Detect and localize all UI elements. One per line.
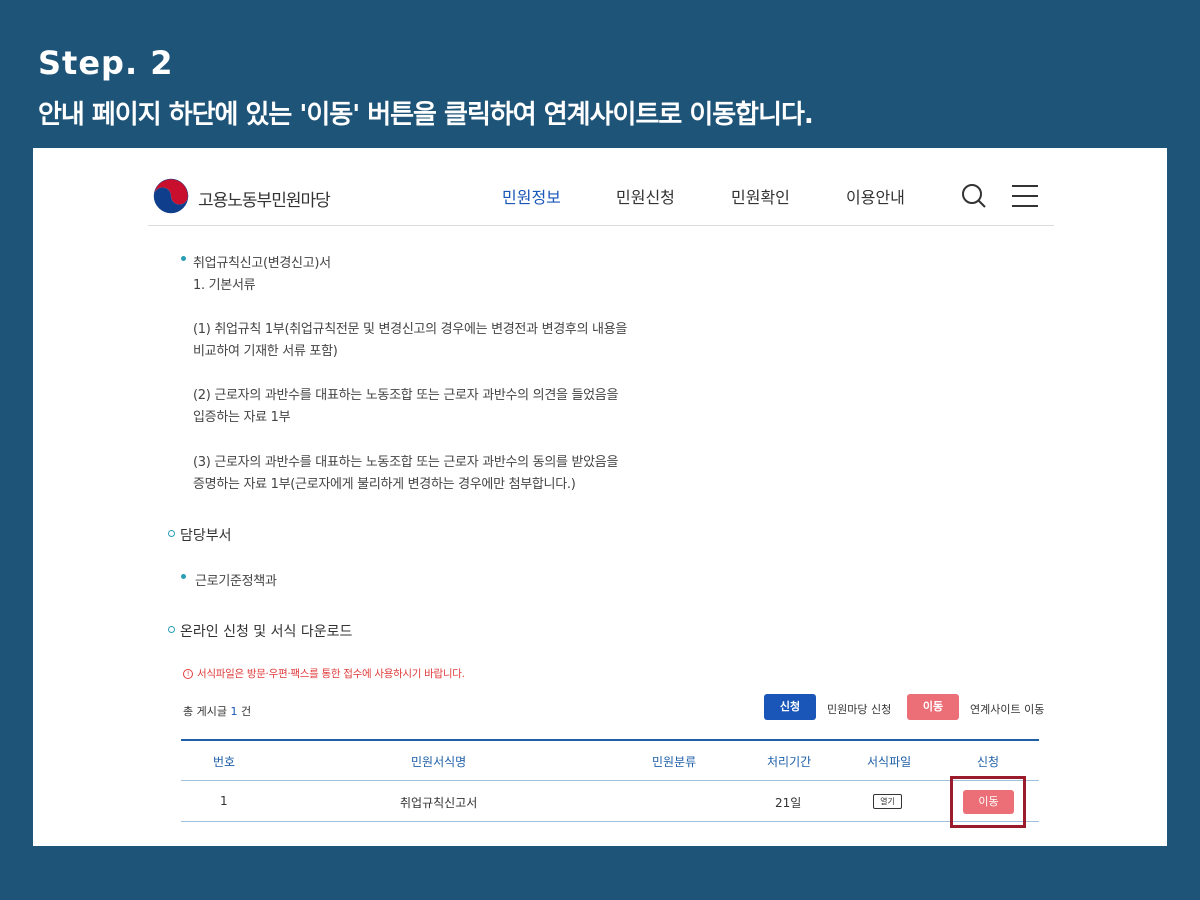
- highlight-box: [950, 776, 1026, 828]
- document-item-1-line1: (1) 취업규칙 1부(취업규칙전문 및 변경신고의 경우에는 변경전과 변경후…: [193, 322, 628, 337]
- row-period: 21일: [775, 796, 802, 810]
- step-title: Step. 2: [38, 44, 174, 82]
- documents-heading: 취업규칙신고(변경신고)서: [193, 256, 331, 271]
- bullet-dot: [181, 256, 186, 261]
- document-item-3-line2: 증명하는 자료 1부(근로자에게 불리하게 변경하는 경우에만 첨부합니다.): [193, 477, 576, 492]
- notice-text: ! 서식파일은 방문·우편·팩스를 통한 접수에 사용하시기 바랍니다.: [183, 666, 465, 681]
- notice-message: 서식파일은 방문·우편·팩스를 통한 접수에 사용하시기 바랍니다.: [197, 668, 465, 680]
- table-header-divider: [181, 780, 1039, 781]
- document-item-3-line1: (3) 근로자의 과반수를 대표하는 노동조합 또는 근로자 과반수의 동의를 …: [193, 455, 619, 470]
- table-top-border: [181, 739, 1039, 741]
- warning-icon: !: [183, 669, 193, 679]
- total-prefix: 총 게시글: [183, 705, 227, 718]
- legend-move-badge: 이동: [907, 694, 959, 720]
- row-form-name: 취업규칙신고서: [400, 796, 478, 810]
- document-item-2-line1: (2) 근로자의 과반수를 대표하는 노동조합 또는 근로자 과반수의 의견을 …: [193, 388, 619, 403]
- table-header-form-name: 민원서식명: [411, 755, 467, 769]
- total-number: 1: [230, 705, 238, 718]
- total-count: 총 게시글 1 건: [183, 703, 251, 719]
- department-name: 근로기준정책과: [195, 574, 277, 589]
- bullet-dot: [181, 574, 186, 579]
- online-title: 온라인 신청 및 서식 다운로드: [180, 624, 353, 640]
- website-screenshot: 고용노동부민원마당 민원정보 민원신청 민원확인 이용안내 취업규칙신고(변경신…: [33, 148, 1167, 846]
- row-number: 1: [220, 794, 228, 808]
- legend-apply-badge: 신청: [764, 694, 816, 720]
- table-bottom-border: [181, 821, 1039, 822]
- department-title: 담당부서: [180, 528, 232, 544]
- document-item-2-line2: 입증하는 자료 1부: [193, 410, 291, 425]
- section-ring-bullet: [168, 626, 175, 633]
- legend-move-text: 연계사이트 이동: [970, 703, 1045, 716]
- step-description: 안내 페이지 하단에 있는 '이동' 버튼을 클릭하여 연계사이트로 이동합니다…: [38, 100, 814, 130]
- section-ring-bullet: [168, 530, 175, 537]
- table-header-number: 번호: [213, 755, 236, 769]
- table-header-period: 처리기간: [767, 755, 812, 769]
- table-header-apply: 신청: [977, 755, 1000, 769]
- document-item-1-line2: 비교하여 기재한 서류 포함): [193, 344, 338, 359]
- legend-apply-text: 민원마당 신청: [827, 703, 892, 716]
- open-file-button[interactable]: 열기: [873, 794, 902, 809]
- document-section: 취업규칙신고(변경신고)서 1. 기본서류 (1) 취업규칙 1부(취업규칙전문…: [33, 148, 1167, 846]
- documents-subheading: 1. 기본서류: [193, 278, 256, 293]
- total-suffix: 건: [240, 705, 252, 718]
- table-header-category: 민원분류: [652, 755, 697, 769]
- table-header-file: 서식파일: [867, 755, 912, 769]
